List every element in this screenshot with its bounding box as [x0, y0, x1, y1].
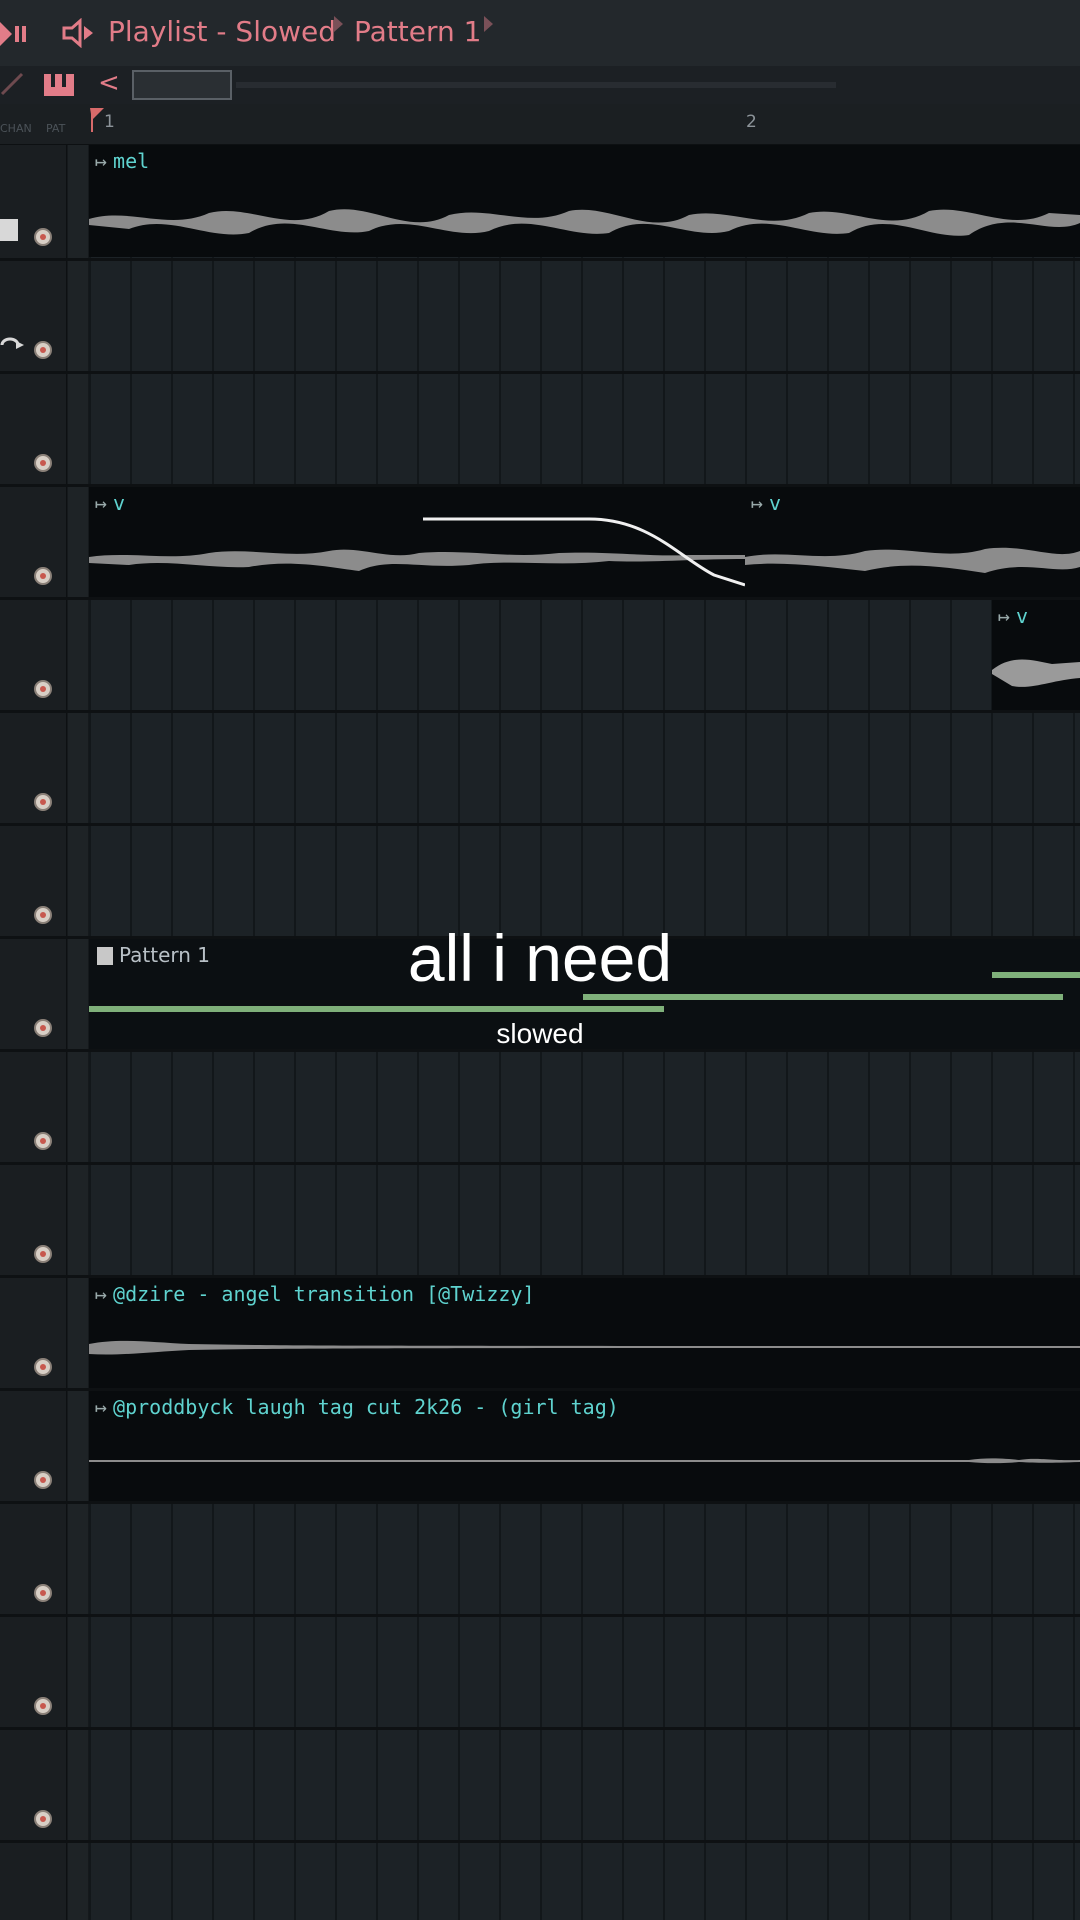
playlist-toolbar: < — [0, 66, 1080, 104]
track-lane[interactable] — [89, 1617, 1080, 1730]
loop-icon — [0, 335, 24, 359]
track-mute-button[interactable] — [34, 1697, 52, 1715]
automation-curve — [423, 517, 745, 587]
track-9 — [0, 1052, 1080, 1165]
audio-clip-laugh-tag[interactable]: ↦ @proddbyck laugh tag cut 2k26 - (girl t… — [89, 1391, 1080, 1501]
track-lane[interactable] — [89, 1165, 1080, 1278]
track-11: ↦ @dzire - angel transition [@Twizzy] — [0, 1278, 1080, 1391]
track-2 — [0, 261, 1080, 374]
track-lane[interactable] — [89, 1052, 1080, 1165]
bar-2-label: 2 — [746, 112, 757, 132]
track-14 — [0, 1617, 1080, 1730]
waveform — [89, 1458, 1080, 1464]
pattern-note — [89, 1006, 664, 1012]
pattern-menu-chevron-icon[interactable] — [484, 16, 493, 32]
audio-clip-v-3[interactable]: ↦ v — [992, 600, 1080, 710]
track-mute-button[interactable] — [34, 1810, 52, 1828]
track-mute-button[interactable] — [34, 793, 52, 811]
track-lane[interactable] — [89, 261, 1080, 374]
track-mute-button[interactable] — [34, 454, 52, 472]
track-lane[interactable] — [89, 1730, 1080, 1843]
speaker-icon[interactable] — [62, 17, 96, 49]
pat-column-label: PAT — [46, 122, 66, 135]
track-10 — [0, 1165, 1080, 1278]
track-6 — [0, 713, 1080, 826]
waveform — [89, 517, 745, 587]
audio-clip-v-1[interactable]: ↦ v — [89, 487, 745, 597]
playhead-marker-icon[interactable] — [90, 108, 104, 136]
playlist-title-bar: Playlist - Slowed Pattern 1 — [0, 0, 1080, 67]
waveform — [89, 1340, 1080, 1355]
overlay-song-title: all i need — [407, 921, 673, 995]
timeline-ruler[interactable]: CHAN PAT 1 2 — [0, 104, 1080, 145]
draw-tool-icon[interactable] — [0, 70, 28, 98]
overlay-subtitle: slowed — [496, 1018, 584, 1049]
chan-column-label: CHAN — [0, 122, 32, 135]
track-lane[interactable] — [89, 374, 1080, 487]
scroll-left-button[interactable]: < — [98, 68, 120, 98]
audio-clip-mel[interactable]: ↦ mel — [89, 145, 1080, 257]
track-mute-button[interactable] — [34, 1132, 52, 1150]
track-mute-button[interactable] — [34, 680, 52, 698]
audio-clip-v-2[interactable]: ↦ v — [745, 487, 1080, 597]
track-mute-button[interactable] — [34, 228, 52, 246]
track-lane[interactable] — [89, 1504, 1080, 1617]
track-13 — [0, 1504, 1080, 1617]
track-5: ↦ v — [0, 600, 1080, 713]
pattern-track-icon — [0, 219, 18, 241]
pattern-selector[interactable]: Pattern 1 — [354, 12, 481, 52]
waveform — [89, 209, 1080, 236]
breadcrumb-chevron-icon — [334, 16, 343, 32]
play-pause-icon[interactable] — [0, 20, 28, 48]
track-lane[interactable] — [89, 600, 1080, 713]
track-mute-button[interactable] — [34, 1471, 52, 1489]
piano-roll-icon[interactable] — [42, 70, 76, 98]
track-mute-button[interactable] — [34, 1584, 52, 1602]
track-16 — [0, 1843, 1080, 1920]
track-mute-button[interactable] — [34, 1245, 52, 1263]
track-lane[interactable] — [89, 1843, 1080, 1920]
waveform — [992, 659, 1080, 687]
audio-clip-transition[interactable]: ↦ @dzire - angel transition [@Twizzy] — [89, 1278, 1080, 1388]
overview-scrollbar[interactable] — [132, 70, 232, 100]
track-12: ↦ @proddbyck laugh tag cut 2k26 - (girl t… — [0, 1391, 1080, 1504]
track-lane[interactable] — [89, 713, 1080, 826]
song-overview[interactable] — [236, 82, 836, 88]
bar-1-label: 1 — [104, 112, 115, 132]
track-15 — [0, 1730, 1080, 1843]
track-3 — [0, 374, 1080, 487]
waveform — [745, 547, 1080, 573]
track-4: ↦ v ↦ v — [0, 487, 1080, 600]
track-mute-button[interactable] — [34, 1358, 52, 1376]
track-mute-button[interactable] — [34, 341, 52, 359]
track-1: ↦ mel — [0, 145, 1080, 261]
playlist-title: Playlist - Slowed — [108, 15, 337, 48]
track-mute-button[interactable] — [34, 567, 52, 585]
